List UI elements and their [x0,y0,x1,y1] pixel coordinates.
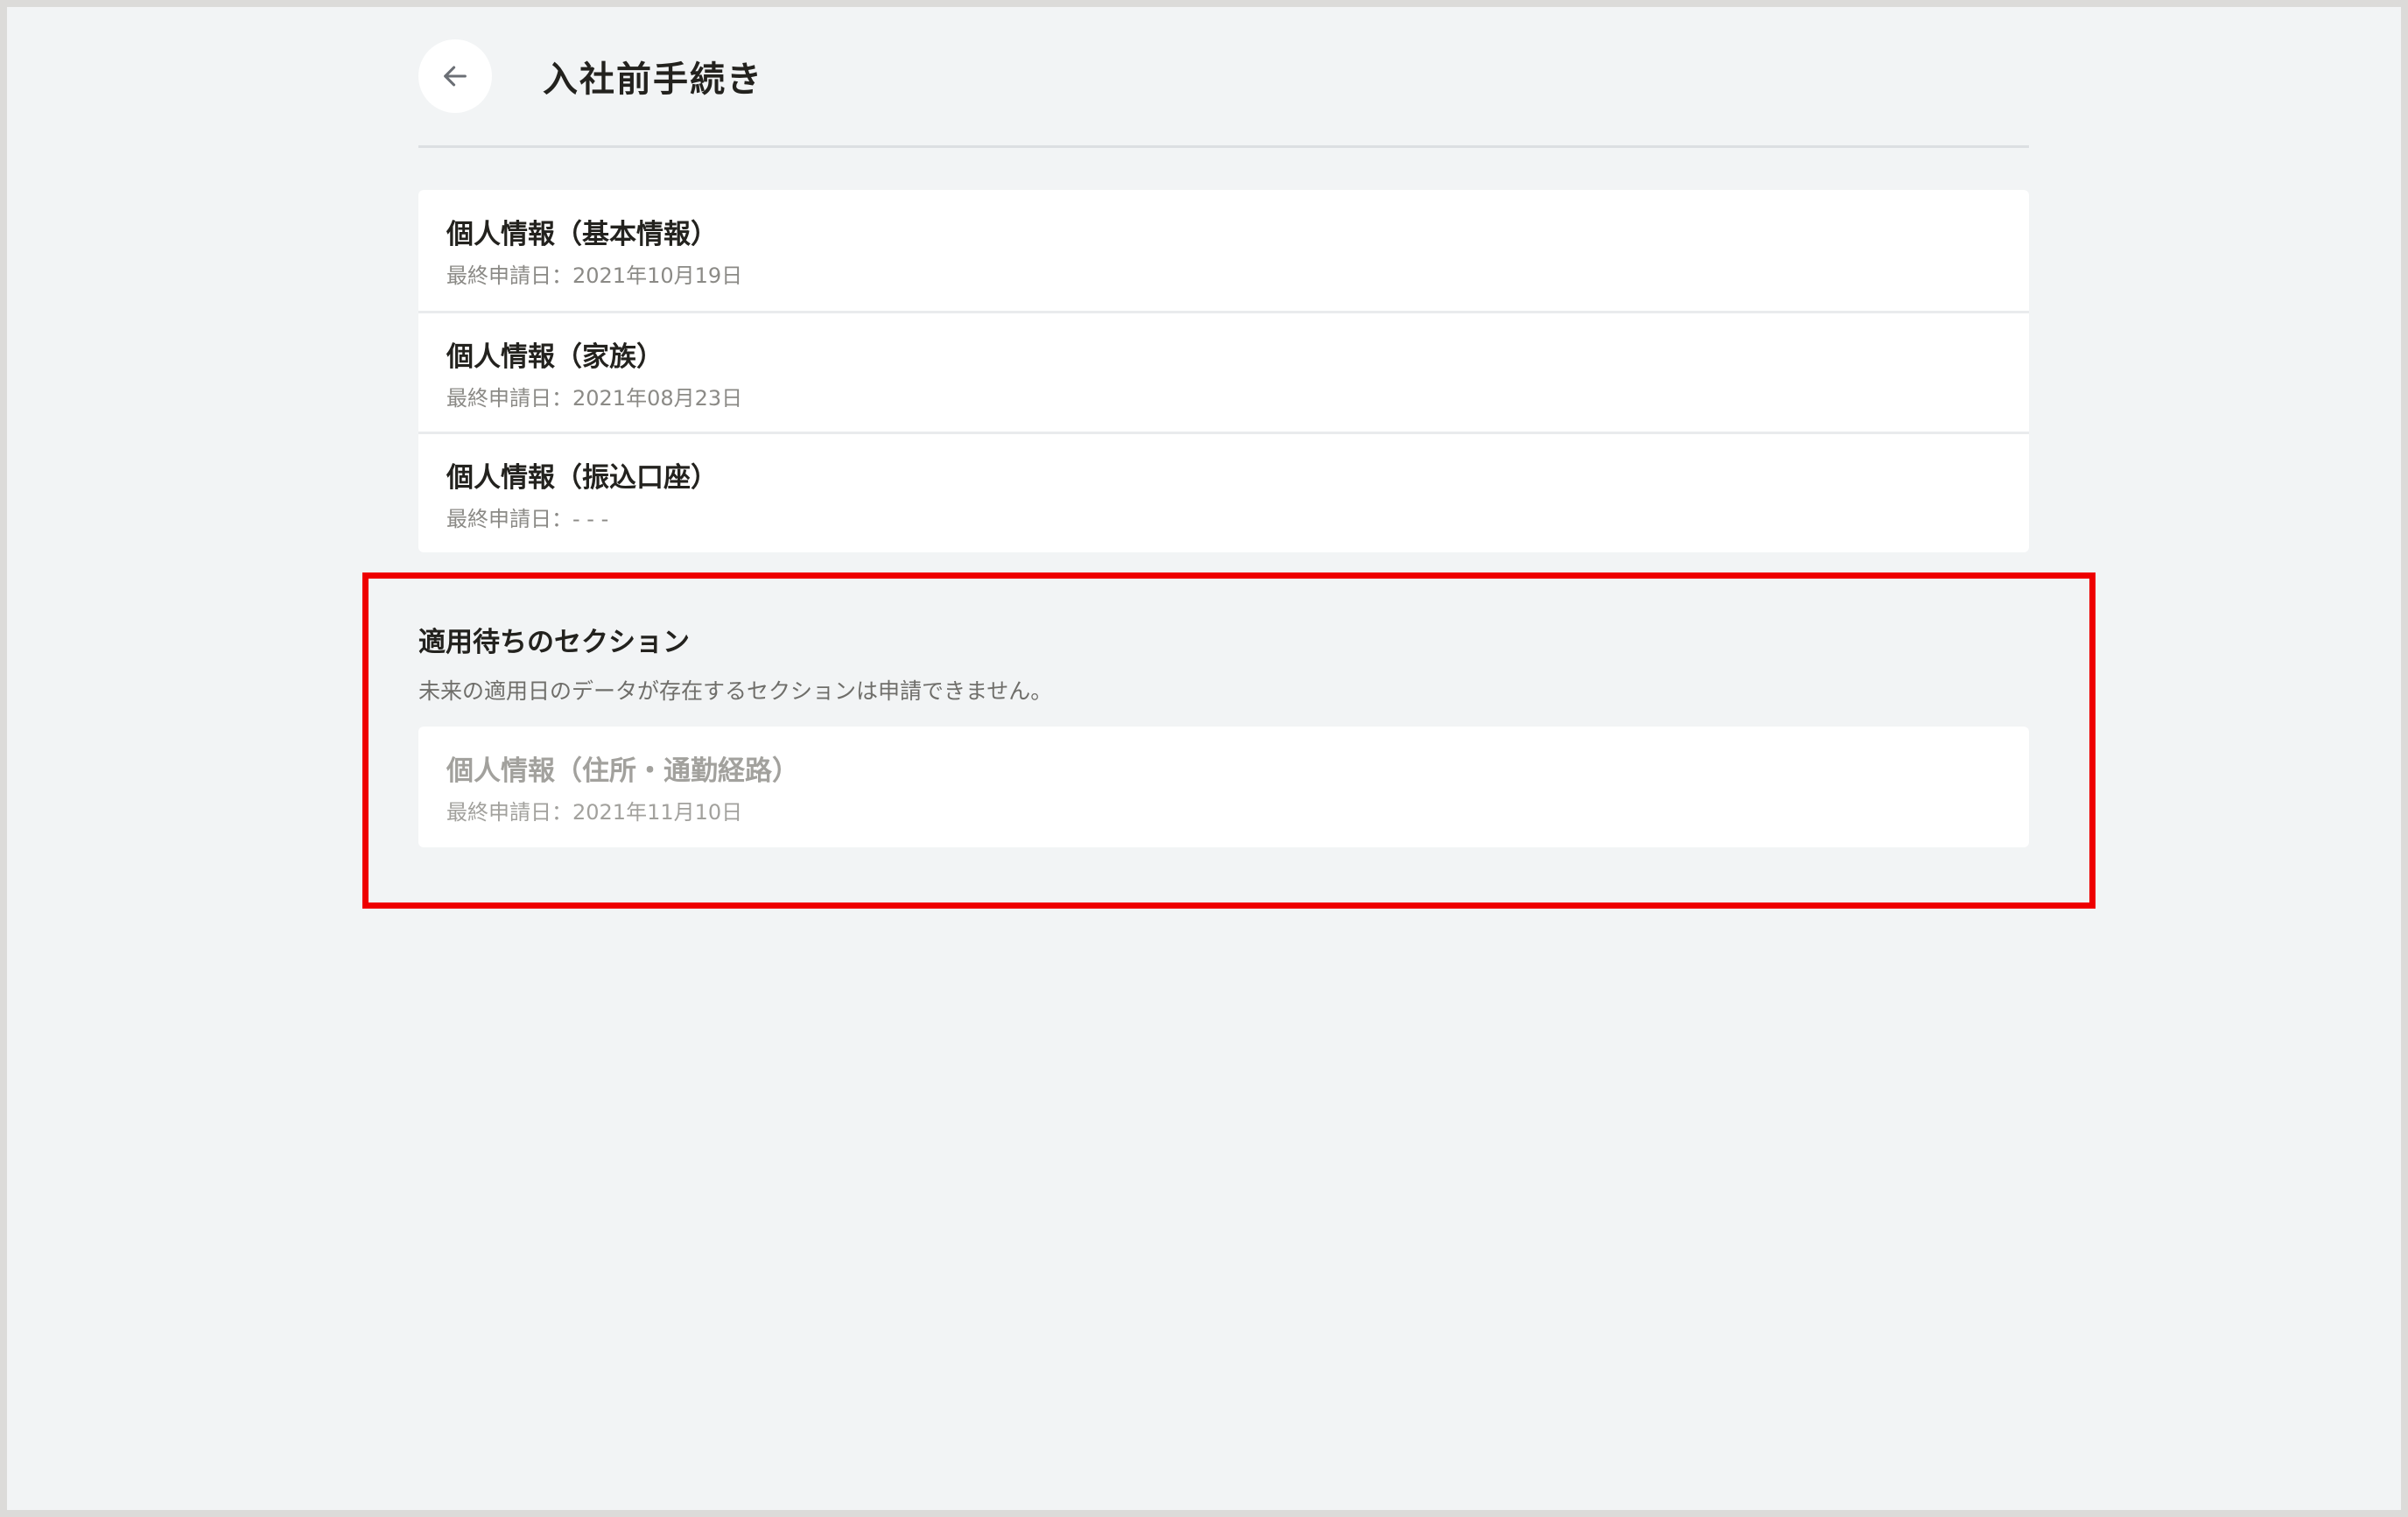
arrow-left-icon [444,66,467,87]
list-item-last-applied: 最終申請日：2021年10月19日 [446,263,743,288]
list-item-family[interactable]: 個人情報（家族） 最終申請日：2021年08月23日 [418,311,2029,432]
page-header: 入社前手続き [418,7,2029,148]
main-container: 入社前手続き 個人情報（基本情報） 最終申請日：2021年10月19日 個人情報… [418,7,2029,552]
list-item-title: 個人情報（家族） [446,341,663,373]
list-item-bank-account[interactable]: 個人情報（振込口座） 最終申請日：- - - [418,432,2029,552]
list-item-last-applied: 最終申請日：2021年08月23日 [446,385,743,411]
section-list: 個人情報（基本情報） 最終申請日：2021年10月19日 個人情報（家族） 最終… [418,190,2029,552]
back-button[interactable] [418,39,492,113]
list-item-title: 個人情報（基本情報） [446,219,718,250]
list-item-last-applied: 最終申請日：- - - [446,506,609,531]
list-item-basic-info[interactable]: 個人情報（基本情報） 最終申請日：2021年10月19日 [418,190,2029,311]
list-item-title: 個人情報（振込口座） [446,461,718,494]
highlight-annotation-box [362,572,2096,909]
page-title: 入社前手続き [543,60,763,100]
